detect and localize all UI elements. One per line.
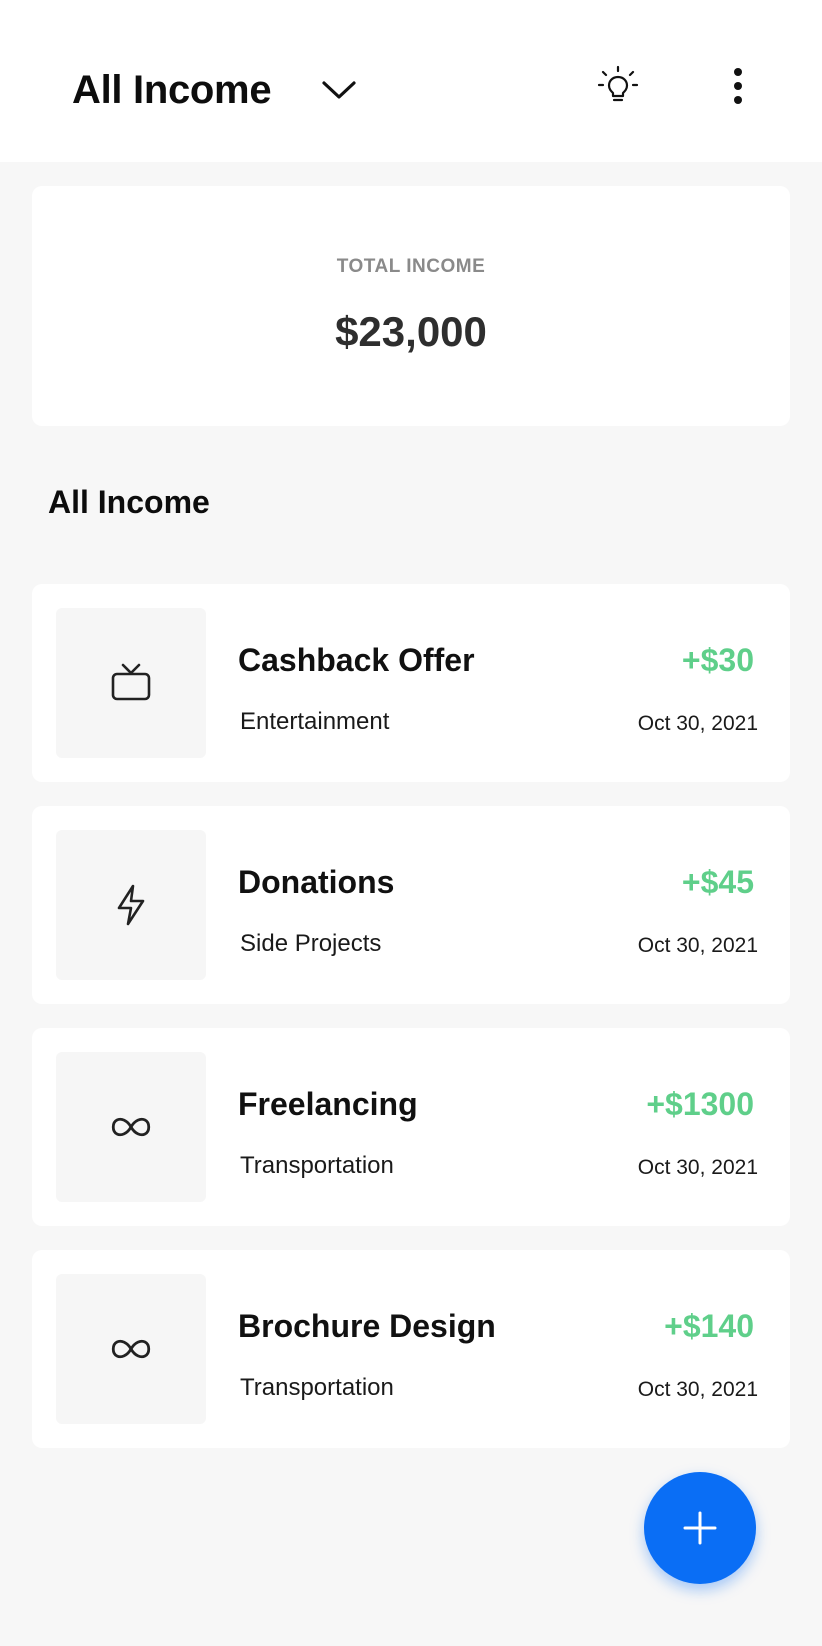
item-amount: +$140 xyxy=(664,1308,754,1344)
item-name: Freelancing xyxy=(238,1086,418,1122)
item-date: Oct 30, 2021 xyxy=(637,712,758,735)
item-category: Transportation xyxy=(240,1152,394,1179)
infinity-icon xyxy=(111,1117,151,1137)
total-income-label: TOTAL INCOME xyxy=(336,256,486,277)
more-options-button[interactable] xyxy=(716,64,760,108)
app-header: All Income xyxy=(0,0,822,162)
lightbulb-icon xyxy=(597,65,639,102)
item-name: Donations xyxy=(238,864,395,900)
income-item[interactable]: Cashback Offer Entertainment +$30 Oct 30… xyxy=(32,584,790,782)
item-icon-box xyxy=(56,608,206,758)
income-item[interactable]: Freelancing Transportation +$1300 Oct 30… xyxy=(32,1028,790,1226)
item-amount: +$1300 xyxy=(646,1086,754,1122)
page-title: All Income xyxy=(72,67,272,112)
chevron-down-icon xyxy=(321,72,357,108)
item-date: Oct 30, 2021 xyxy=(637,934,758,957)
item-category: Transportation xyxy=(240,1374,394,1401)
income-filter-dropdown[interactable]: All Income xyxy=(72,60,357,120)
item-date: Oct 30, 2021 xyxy=(637,1378,758,1401)
item-name: Brochure Design xyxy=(238,1308,496,1344)
item-icon-box xyxy=(56,830,206,980)
tips-button[interactable] xyxy=(596,64,640,108)
more-vertical-icon xyxy=(734,68,742,76)
section-title: All Income xyxy=(48,484,210,520)
plus-icon xyxy=(683,1511,717,1545)
tv-icon xyxy=(111,663,151,701)
item-name: Cashback Offer xyxy=(238,642,475,678)
item-date: Oct 30, 2021 xyxy=(637,1156,758,1179)
income-item[interactable]: Brochure Design Transportation +$140 Oct… xyxy=(32,1250,790,1448)
total-income-card: TOTAL INCOME $23,000 xyxy=(32,186,790,426)
item-category: Entertainment xyxy=(240,708,390,735)
item-icon-box xyxy=(56,1052,206,1202)
income-item[interactable]: Donations Side Projects +$45 Oct 30, 202… xyxy=(32,806,790,1004)
infinity-icon xyxy=(111,1339,151,1359)
total-income-value: $23,000 xyxy=(335,308,487,355)
item-icon-box xyxy=(56,1274,206,1424)
item-amount: +$30 xyxy=(681,642,754,678)
item-category: Side Projects xyxy=(240,930,382,957)
lightning-icon xyxy=(117,884,145,926)
item-amount: +$45 xyxy=(681,864,754,900)
add-income-button[interactable] xyxy=(644,1472,756,1584)
